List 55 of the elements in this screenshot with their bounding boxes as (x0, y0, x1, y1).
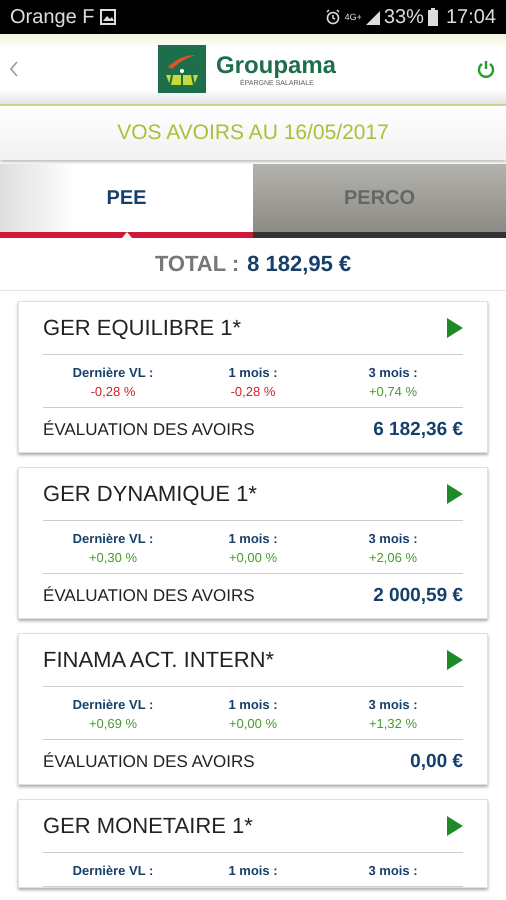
stat-value: -0,28 % (90, 384, 136, 399)
evaluation-label: ÉVALUATION DES AVOIRS (43, 586, 256, 606)
stat-label: Dernière VL : (72, 697, 154, 712)
alarm-icon (324, 9, 341, 25)
back-icon[interactable] (10, 61, 18, 77)
stat-label: 3 mois : (368, 863, 418, 878)
stat-label: 1 mois : (228, 365, 278, 380)
stat-value: +0,69 % (88, 716, 138, 731)
carrier-name: Orange F (10, 6, 94, 28)
fund-card[interactable]: GER MONETAIRE 1* Dernière VL : 1 mois : 3 mois : (18, 799, 488, 888)
stat-label: 1 mois : (228, 531, 278, 546)
fund-name: GER MONETAIRE 1* (43, 813, 254, 839)
play-icon[interactable] (447, 318, 463, 338)
play-icon[interactable] (447, 484, 463, 504)
image-icon (100, 9, 116, 25)
evaluation-value: 2 000,59 € (373, 585, 463, 607)
fund-card[interactable]: FINAMA ACT. INTERN* Dernière VL : +0,69 % 1 mois : +0,00 % 3 mois : +1,32 % ÉVALUATION DES AVOIRS 0,00 € (18, 633, 488, 785)
stat-value: +0,30 % (88, 550, 138, 565)
tab[interactable]: PEE (0, 164, 253, 238)
date-banner: VOS AVOIRS AU 16/05/2017 (0, 106, 506, 160)
stat-value: +0,74 % (368, 384, 418, 399)
stat-label: 3 mois : (368, 365, 418, 380)
stat-value: +0,00 % (228, 716, 278, 731)
stat-label: 1 mois : (228, 697, 278, 712)
battery-level: 33% (384, 6, 424, 28)
fund-card[interactable]: GER EQUILIBRE 1* Dernière VL : -0,28 % 1 mois : -0,28 % 3 mois : +0,74 % ÉVALUATION DES AVOIRS 6 182,36 € (18, 301, 488, 453)
logo-icon (158, 45, 206, 93)
fund-name: FINAMA ACT. INTERN* (43, 647, 276, 673)
total-label: TOTAL : (154, 251, 240, 277)
stat-value: +1,32 % (368, 716, 418, 731)
stat-label: Dernière VL : (72, 365, 154, 380)
play-icon[interactable] (447, 816, 463, 836)
stat-value: +2,06 % (368, 550, 418, 565)
stat-label: 1 mois : (228, 863, 278, 878)
fund-name: GER DYNAMIQUE 1* (43, 481, 258, 507)
stat-label: 3 mois : (368, 531, 418, 546)
signal-icon (366, 9, 380, 25)
stat-label: Dernière VL : (72, 531, 154, 546)
network-type: 4G+ (344, 12, 362, 22)
evaluation-value: 0,00 € (410, 751, 463, 773)
evaluation-label: ÉVALUATION DES AVOIRS (43, 420, 256, 440)
fund-card[interactable]: GER DYNAMIQUE 1* Dernière VL : +0,30 % 1 mois : +0,00 % 3 mois : +2,06 % ÉVALUATION DES AVOIRS 2 000,59 € (18, 467, 488, 619)
total-value: 8 182,95 € (247, 251, 352, 277)
play-icon[interactable] (447, 650, 463, 670)
stat-label: Dernière VL : (72, 863, 154, 878)
evaluation-value: 6 182,36 € (373, 419, 463, 441)
brand-name: Groupama (216, 52, 336, 78)
power-icon[interactable] (476, 59, 496, 79)
battery-icon (428, 8, 438, 26)
clock: 17:04 (446, 6, 496, 28)
fund-name: GER EQUILIBRE 1* (43, 315, 242, 341)
stat-value: +0,00 % (228, 550, 278, 565)
stat-value: -0,28 % (230, 384, 276, 399)
evaluation-label: ÉVALUATION DES AVOIRS (43, 752, 256, 772)
stat-label: 3 mois : (368, 697, 418, 712)
